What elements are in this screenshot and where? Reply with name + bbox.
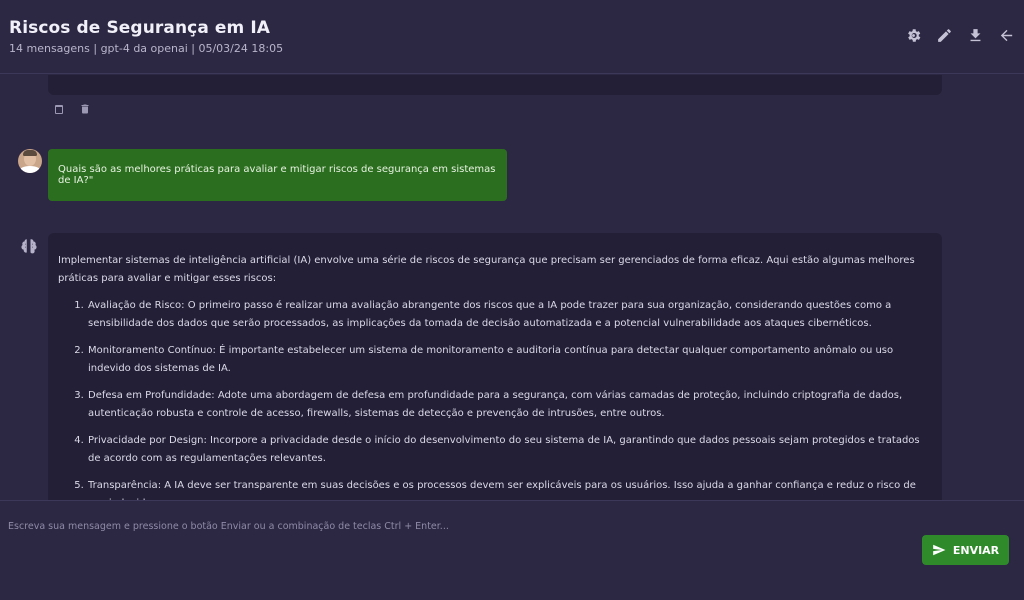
brain-icon bbox=[20, 237, 38, 255]
chat-header: Riscos de Segurança em IA 14 mensagens |… bbox=[0, 0, 1024, 74]
list-item: Avaliação de Risco: O primeiro passo é r… bbox=[87, 297, 932, 333]
assistant-list: Avaliação de Risco: O primeiro passo é r… bbox=[58, 297, 932, 500]
composer: ENVIAR bbox=[0, 500, 1024, 600]
header-actions bbox=[904, 26, 1016, 45]
send-button[interactable]: ENVIAR bbox=[922, 535, 1009, 565]
chat-title: Riscos de Segurança em IA bbox=[9, 18, 271, 38]
copy-icon[interactable] bbox=[53, 100, 65, 114]
chat-messages[interactable]: Quais são as melhores práticas para aval… bbox=[0, 75, 1024, 500]
list-item: Transparência: A IA deve ser transparent… bbox=[87, 477, 932, 500]
message-tools bbox=[53, 100, 91, 114]
assistant-message: Implementar sistemas de inteligência art… bbox=[48, 233, 942, 500]
user-message-text: Quais são as melhores práticas para aval… bbox=[58, 164, 496, 186]
user-avatar bbox=[18, 149, 42, 173]
arrow-left-icon[interactable] bbox=[997, 26, 1016, 45]
previous-message-card bbox=[48, 75, 942, 95]
send-button-label: ENVIAR bbox=[952, 543, 1000, 557]
download-icon[interactable] bbox=[966, 26, 985, 45]
pencil-icon[interactable] bbox=[935, 26, 954, 45]
message-input[interactable] bbox=[8, 519, 908, 533]
list-item: Defesa em Profundidade: Adote uma aborda… bbox=[87, 387, 932, 423]
user-message: Quais são as melhores práticas para aval… bbox=[48, 149, 507, 201]
list-item: Privacidade por Design: Incorpore a priv… bbox=[87, 432, 932, 468]
trash-icon[interactable] bbox=[79, 100, 91, 114]
assistant-intro: Implementar sistemas de inteligência art… bbox=[58, 255, 915, 284]
list-item: Monitoramento Contínuo: É importante est… bbox=[87, 342, 932, 378]
chat-subtitle: 14 mensagens | gpt-4 da openai | 05/03/2… bbox=[9, 42, 284, 55]
gear-icon[interactable] bbox=[904, 26, 923, 45]
send-icon bbox=[933, 544, 946, 556]
